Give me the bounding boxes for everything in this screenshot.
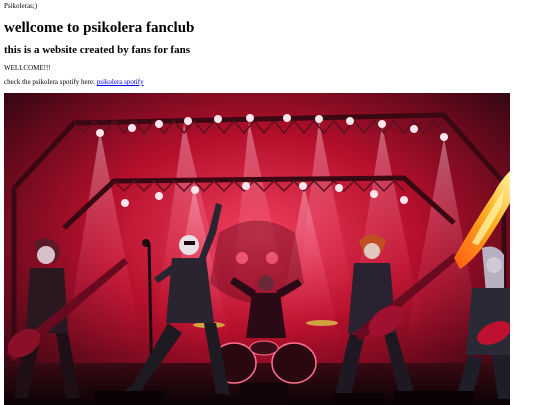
page-title: wellcome to psikolera fanclub <box>4 20 195 36</box>
page-subtitle: this is a website created by fans for fa… <box>4 44 190 56</box>
page: Psikoleras;) wellcome to psikolera fancl… <box>0 0 540 405</box>
spotify-link[interactable]: psikolera spotify <box>97 78 144 86</box>
concert-illustration <box>4 93 510 405</box>
spotify-line: check the psikolera spotify here: psikol… <box>4 78 144 87</box>
welcome-text: WELLCOME!!! <box>4 64 51 72</box>
spotify-prefix: check the psikolera spotify here: <box>4 78 97 86</box>
band-concert-image <box>4 93 510 405</box>
header-text: Psikoleras;) <box>4 2 38 10</box>
